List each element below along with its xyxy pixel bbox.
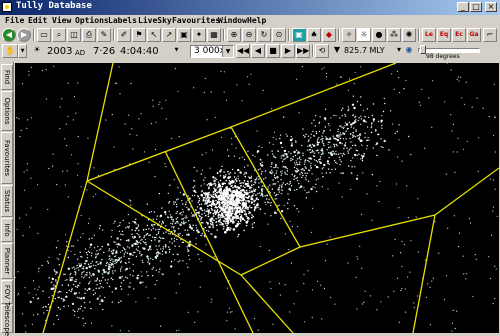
view-icon[interactable]: ◉ [402,44,416,58]
pointer-icon[interactable]: ↖ [147,28,161,42]
step-forward-icon[interactable]: ▶▶ [296,44,310,58]
tree-icon[interactable]: ♠ [307,28,321,42]
date-value[interactable]: 7·26 [93,46,115,57]
box-edge [42,63,114,333]
box-edge [434,167,499,216]
stop-icon[interactable]: ■ [266,44,280,58]
arrow-icon[interactable]: ↗ [162,28,176,42]
diamond-icon[interactable]: ◆ [322,28,336,42]
box-edge [164,150,254,333]
star-icon[interactable]: ✦ [192,28,206,42]
galaxy-icon[interactable]: ✺ [402,28,416,42]
window-title: Tully Database [16,1,92,11]
galaxy-field[interactable] [15,63,499,333]
select-icon[interactable]: ▣ [177,28,191,42]
minimize-button[interactable]: _ [457,2,469,12]
distance-readout: 825.7 MLY [344,46,385,55]
menu-help[interactable]: Help [247,16,266,25]
tab-planner[interactable]: Planner [1,243,13,279]
era-value[interactable]: AD [75,48,85,59]
fov-slider[interactable]: 98 degrees [416,44,482,61]
toolbar-separator [418,29,420,41]
menu-file[interactable]: File [5,16,24,25]
tab-find[interactable]: Find [1,64,13,90]
rotate-icon[interactable]: ↻ [257,28,271,42]
menu-favourites[interactable]: Favourites [172,16,220,25]
label-ga-button[interactable]: Ga [467,28,481,42]
hand-dropdown-icon[interactable]: ▼ [18,44,27,58]
date-time-display[interactable]: 2003 AD 7·26 4:04:40 [45,45,185,58]
horizon-icon[interactable]: ▣ [292,28,306,42]
tab-telescope[interactable]: Telescope [1,302,13,336]
time-dropdown-icon[interactable]: ▼ [171,44,182,58]
print-icon[interactable]: ⎙ [82,28,96,42]
stars-icon[interactable]: ✧ [342,28,356,42]
toolbar-separator [312,45,314,57]
center-icon[interactable]: ⊙ [272,28,286,42]
toolbar-separator [33,29,35,41]
application-window: Tully Database _ □ × File Edit View Opti… [0,0,500,336]
zoom-out-icon[interactable]: ⊖ [242,28,256,42]
tab-favourites[interactable]: Favourites [1,132,13,184]
side-tab-bar: Find Options Favourites Status Info Plan… [0,62,14,336]
edit-icon[interactable]: ✐ [117,28,131,42]
menu-bar: File Edit View Options Labels LiveSky Fa… [0,15,500,27]
speed-value: 3 000x [194,46,226,56]
toolbar-separator [113,29,115,41]
speed-select[interactable]: 3 000x ▼ [190,45,234,58]
menu-labels[interactable]: Labels [108,16,137,25]
menu-view[interactable]: View [52,16,71,25]
app-icon[interactable] [2,2,12,12]
sun-icon[interactable]: ☼ [357,28,371,42]
toolbar-separator [288,29,290,41]
label-le-button[interactable]: Le [422,28,436,42]
find-icon[interactable]: ⌕ [52,28,66,42]
cluster-icon[interactable]: ⁂ [387,28,401,42]
tab-fov[interactable]: FOV [1,280,13,304]
year-value[interactable]: 2003 [47,46,72,57]
play-icon[interactable]: ▶ [281,44,295,58]
label-ec-button[interactable]: Ec [452,28,466,42]
skip-back-icon[interactable]: ◀◀ [236,44,250,58]
step-back-icon[interactable]: ◀ [251,44,265,58]
maximize-button[interactable]: □ [470,2,482,12]
grid-icon[interactable]: ▦ [207,28,221,42]
back-icon[interactable]: ◀ [2,28,16,42]
main-toolbar: ◀ ▶ ▭ ⌕ ◫ ⎙ ✎ ✐ ⚑ ↖ ↗ ▣ ✦ ▦ ⊕ ⊖ ↻ ⊙ ▣ ♠ … [0,27,500,44]
close-button[interactable]: × [485,2,497,12]
distance-down-icon[interactable]: ▼ [330,44,344,58]
hand-icon[interactable]: ✋ [2,44,18,58]
title-bar[interactable]: Tully Database _ □ × [0,0,500,15]
settings-icon[interactable]: ✎ [97,28,111,42]
sky-view[interactable] [15,63,499,333]
sun-small-icon: ☀ [33,45,41,54]
planet-icon[interactable]: ● [372,28,386,42]
database-box-outline [42,63,499,333]
zoom-in-icon[interactable]: ⊕ [227,28,241,42]
menu-window[interactable]: Window [218,16,247,25]
box-edge [412,214,436,333]
telescope-icon[interactable]: ⌐ [483,28,497,42]
menu-options[interactable]: Options [75,16,109,25]
toolbar-separator [223,29,225,41]
chevron-down-icon[interactable]: ▼ [222,46,233,57]
box-edge [230,126,436,248]
flag-icon[interactable]: ⚑ [132,28,146,42]
menu-edit[interactable]: Edit [28,16,47,25]
time-value[interactable]: 4:04:40 [120,46,159,57]
tab-status[interactable]: Status [1,185,13,217]
fov-label: 98 degrees [426,53,460,60]
label-eq-button[interactable]: Eq [437,28,451,42]
tab-options[interactable]: Options [1,91,13,131]
tab-info[interactable]: Info [1,218,13,242]
open-icon[interactable]: ▭ [37,28,51,42]
refresh-icon[interactable]: ⟲ [315,44,329,58]
toolbar-separator [338,29,340,41]
forward-icon[interactable]: ▶ [17,28,31,42]
menu-livesky[interactable]: LiveSky [138,16,172,25]
chart-icon[interactable]: ◫ [67,28,81,42]
